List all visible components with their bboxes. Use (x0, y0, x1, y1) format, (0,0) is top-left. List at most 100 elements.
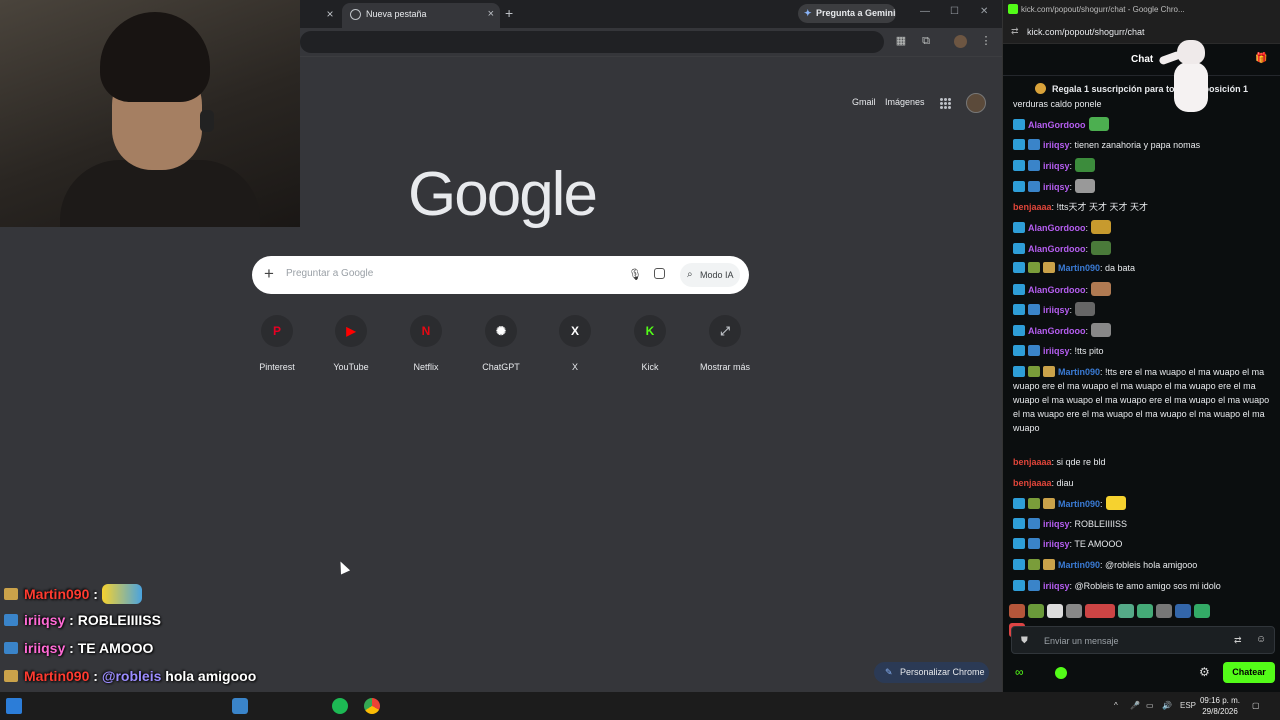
google-logo: Google (408, 160, 598, 229)
apps-grid-icon[interactable] (940, 98, 951, 109)
overlay-username: iriiqsy (24, 612, 66, 628)
tab-new-tab[interactable]: Nueva pestaña × (342, 3, 500, 28)
chat-username[interactable]: Martin090 (1058, 499, 1100, 509)
windows-start-icon[interactable] (6, 698, 22, 714)
volume-icon[interactable]: 🔊 (1162, 701, 1172, 710)
chat-username[interactable]: Martin090 (1058, 367, 1100, 377)
customize-chrome-button[interactable]: ✎ Personalizar Chrome (874, 662, 989, 683)
send-chat-button[interactable]: Chatear (1223, 662, 1275, 683)
chat-username[interactable]: AlanGordooo (1028, 223, 1086, 233)
badge-icon (1013, 345, 1025, 356)
shortcut-label: Pinterest (259, 362, 295, 372)
emoji-icon[interactable]: ☺ (1256, 634, 1266, 645)
chat-input[interactable]: ⛊ Enviar un mensaje ⇄ ☺ (1011, 626, 1275, 654)
chat-username[interactable]: iriiqsy (1043, 140, 1070, 150)
ai-mode-button[interactable]: ⌕ Modo IA (680, 263, 740, 287)
shortcut-icon: ▶ (335, 315, 367, 347)
chat-username[interactable]: iriiqsy (1043, 305, 1070, 315)
kick-coin-icon[interactable] (1055, 667, 1067, 679)
tray-chevron-icon[interactable]: ^ (1114, 701, 1118, 710)
chat-username[interactable]: Martin090 (1058, 560, 1100, 570)
chat-message: AlanGordooo: (1013, 241, 1273, 256)
menu-icon[interactable]: ⋮ (980, 35, 992, 47)
chat-username[interactable]: iriiqsy (1043, 581, 1070, 591)
shortcut-tile[interactable]: K Kick (615, 315, 685, 372)
chat-message: AlanGordooo: (1013, 220, 1273, 235)
chat-message: Martin090: !tts ere el ma wuapo el ma wu… (1013, 365, 1273, 435)
badge-icon (1028, 160, 1040, 171)
badge-icon (1013, 580, 1025, 591)
site-info-icon[interactable]: ⇄ (1011, 26, 1019, 37)
badge-icon (1013, 518, 1025, 529)
badge-icon (4, 614, 18, 626)
prev-tab-close-icon[interactable]: × (322, 6, 338, 22)
chat-username[interactable]: benjaaaa (1013, 478, 1052, 488)
chat-username[interactable]: AlanGordooo (1028, 326, 1086, 336)
address-bar[interactable] (300, 31, 884, 53)
close-window-button[interactable]: ✕ (980, 6, 988, 17)
chat-message-text: : (1085, 244, 1089, 254)
tab-close-icon[interactable]: × (488, 8, 494, 20)
chrome-icon[interactable] (364, 698, 380, 714)
search-box[interactable]: + Preguntar a Google 🎙 ⌕ Modo IA (252, 256, 749, 294)
chat-username[interactable]: iriiqsy (1043, 346, 1070, 356)
gemini-button[interactable]: ✦ Pregunta a Gemini (798, 4, 896, 23)
webcam-feed (0, 0, 300, 227)
emote-bar[interactable] (1009, 604, 1219, 637)
translate-icon[interactable]: ⇄ (1234, 635, 1242, 646)
message-placeholder[interactable]: Enviar un mensaje (1044, 636, 1119, 646)
microphone-icon[interactable]: 🎙 (628, 268, 642, 281)
shortcut-tile[interactable]: ⤢ Mostrar más (690, 315, 760, 372)
search-input[interactable]: Preguntar a Google (286, 268, 373, 279)
qr-icon[interactable]: ▦ (895, 35, 907, 47)
chat-username[interactable]: iriiqsy (1043, 519, 1070, 529)
chat-username[interactable]: Martin090 (1058, 263, 1100, 273)
shortcut-tile[interactable]: P Pinterest (242, 315, 312, 372)
shortcut-tile[interactable]: XX (540, 315, 610, 372)
badge-icon (1013, 498, 1025, 509)
network-icon[interactable]: ▭ (1146, 701, 1154, 710)
new-tab-button[interactable]: + (505, 5, 513, 21)
images-link[interactable]: Imágenes (885, 97, 925, 107)
app-icon[interactable] (232, 698, 248, 714)
globe-icon (350, 9, 361, 20)
lens-icon[interactable] (654, 268, 665, 279)
shortcut-icon: K (634, 315, 666, 347)
badge-icon (1013, 304, 1025, 315)
shortcut-tile[interactable]: ✺ ChatGPT (466, 315, 536, 372)
chat-message-text: : (1100, 499, 1103, 509)
gmail-link[interactable]: Gmail (852, 97, 876, 107)
language-indicator[interactable]: ESP (1180, 701, 1196, 710)
notification-icon[interactable]: ▢ (1252, 701, 1260, 710)
plus-icon[interactable]: + (264, 265, 274, 283)
account-avatar[interactable] (966, 93, 986, 113)
shortcut-tile[interactable]: N Netflix (391, 315, 461, 372)
profile-avatar[interactable] (954, 35, 967, 48)
overlay-username: iriiqsy (24, 640, 66, 656)
chat-username[interactable]: AlanGordooo (1028, 244, 1086, 254)
chat-username[interactable]: benjaaaa (1013, 202, 1052, 212)
points-icon[interactable]: ∞ (1015, 665, 1024, 679)
clock[interactable]: 09:16 p. m. 29/8/2026 (1196, 695, 1244, 717)
maximize-button[interactable]: ☐ (950, 6, 959, 17)
settings-icon[interactable]: ⚙ (1199, 665, 1210, 679)
shortcut-tile[interactable]: ▶ YouTube (316, 315, 386, 372)
spotify-icon[interactable] (332, 698, 348, 714)
chat-username[interactable]: AlanGordooo (1028, 285, 1086, 295)
overlay-message-text: ROBLEIIIISS (77, 612, 161, 628)
chat-message-text: : (1069, 161, 1073, 171)
clock-date: 29/8/2026 (1202, 707, 1238, 716)
minimize-button[interactable]: — (920, 6, 930, 17)
chat-username[interactable]: iriiqsy (1043, 182, 1070, 192)
chat-message: benjaaaa: diau (1013, 476, 1273, 490)
chat-username[interactable]: AlanGordooo (1028, 120, 1086, 130)
extensions-icon[interactable]: ⧉ (920, 35, 932, 47)
gift-icon[interactable]: 🎁 (1255, 53, 1267, 64)
chat-username[interactable]: iriiqsy (1043, 161, 1070, 171)
mic-icon[interactable]: 🎤 (1130, 701, 1140, 710)
chat-username[interactable]: benjaaaa (1013, 457, 1052, 467)
chat-url-bar[interactable]: ⇄ kick.com/popout/shogurr/chat (1003, 20, 1280, 44)
shortcut-icon: P (261, 315, 293, 347)
shortcut-label: YouTube (333, 362, 369, 372)
chat-username[interactable]: iriiqsy (1043, 539, 1070, 549)
